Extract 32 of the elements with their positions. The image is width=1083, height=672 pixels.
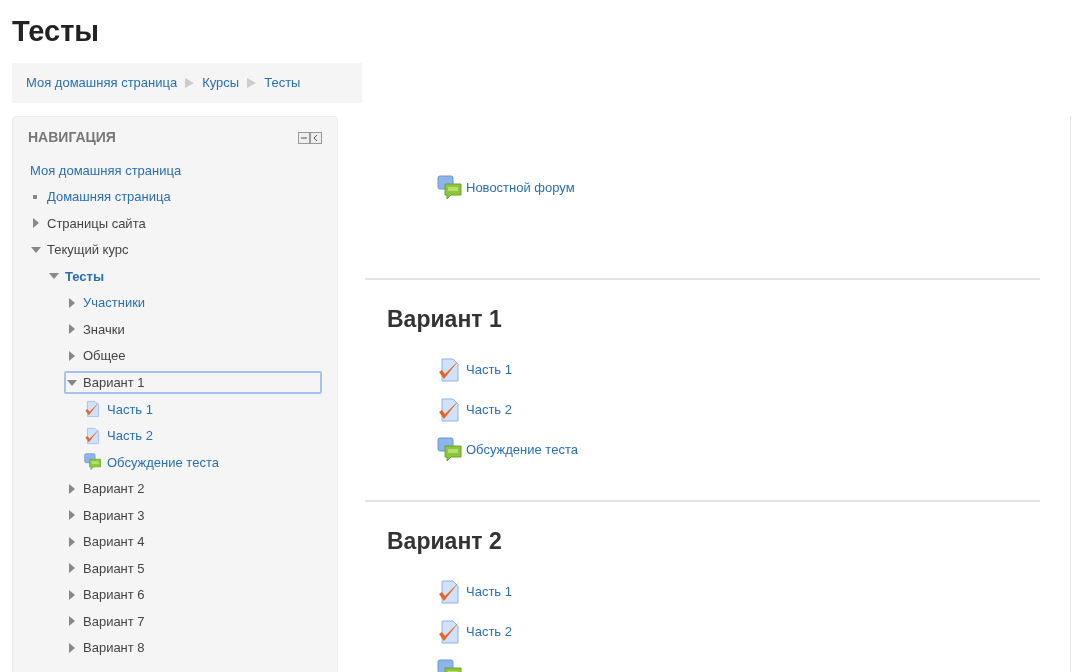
tree-item[interactable]: Вариант 3 (83, 505, 145, 525)
tree-item[interactable]: Вариант 6 (83, 585, 145, 605)
tree-item[interactable]: Общее (83, 346, 126, 366)
activity-link[interactable]: Часть 1 (466, 360, 512, 380)
activity-link[interactable]: Часть 2 (466, 400, 512, 420)
breadcrumb-link[interactable]: Курсы (202, 73, 240, 93)
tree-item[interactable]: Вариант 1 (83, 372, 145, 393)
section-heading: Вариант 1 (387, 305, 503, 334)
tree-item[interactable]: Вариант 4 (83, 532, 145, 552)
breadcrumb-link[interactable]: Тесты (264, 73, 301, 93)
tree-item[interactable]: Часть 2 (107, 426, 153, 446)
tree-item[interactable]: Страницы сайта (47, 213, 146, 233)
tree-item[interactable]: Вариант 7 (83, 611, 145, 631)
tree-item[interactable]: Домашняя страница (47, 187, 171, 207)
breadcrumb-link[interactable]: Моя домашняя страница (26, 73, 178, 93)
page-title: Тесты (12, 14, 101, 48)
activity-link[interactable]: Новостной форум (466, 178, 575, 198)
tree-item[interactable]: Значки (83, 319, 125, 339)
tree-item[interactable]: Участники (83, 293, 146, 313)
activity-link[interactable]: Часть 2 (466, 622, 512, 642)
activity-link[interactable]: Обсуждение теста (466, 440, 578, 460)
tree-item[interactable]: Вариант 5 (83, 558, 145, 578)
tree-item[interactable]: Обсуждение теста (107, 452, 219, 472)
tree-item[interactable]: Часть 1 (107, 399, 153, 419)
tree-item[interactable]: Вариант 8 (83, 638, 145, 658)
activity-link[interactable]: Часть 1 (466, 582, 512, 602)
block-title: НАВИГАЦИЯ (28, 128, 116, 147)
tree-item[interactable]: Текущий курс (47, 240, 129, 260)
section-heading: Вариант 2 (387, 527, 503, 556)
tree-item[interactable]: Тесты (65, 266, 105, 286)
tree-item[interactable]: Вариант 2 (83, 479, 145, 499)
tree-item[interactable]: Моя домашняя страница (30, 160, 182, 180)
